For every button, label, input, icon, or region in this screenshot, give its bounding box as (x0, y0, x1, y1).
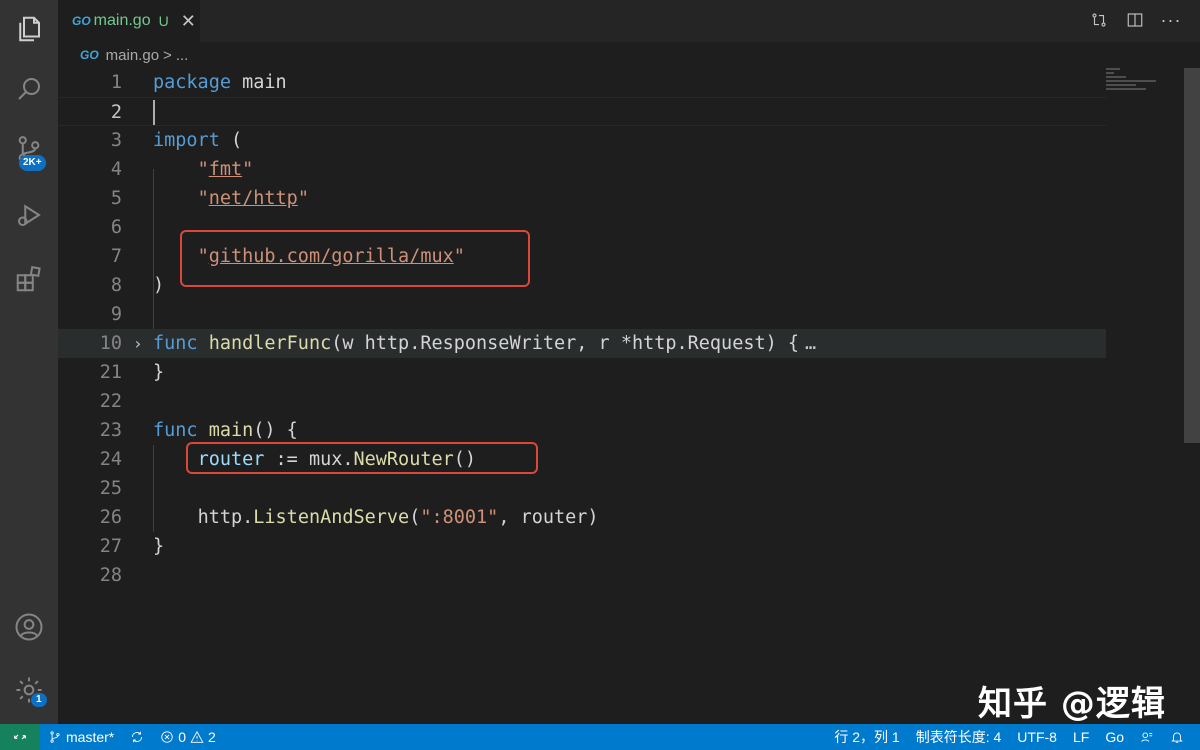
line-number: 23 (99, 420, 122, 441)
line-number: 26 (99, 507, 122, 528)
code-line: 22 (58, 387, 1106, 416)
account-icon[interactable] (0, 602, 58, 652)
code-line: 23 func main() { (58, 416, 1106, 445)
line-number: 8 (110, 275, 122, 296)
breadcrumb-separator: > (163, 46, 172, 64)
breadcrumb-file[interactable]: main.go (106, 47, 159, 64)
tab-main-go[interactable]: GO main.go U ✕ (58, 0, 200, 42)
split-editor-icon[interactable] (1124, 8, 1146, 32)
line-number: 28 (99, 565, 122, 586)
code-line: 1 package main (58, 68, 1106, 97)
line-number: 4 (110, 159, 122, 180)
indentation[interactable]: 制表符长度: 4 (908, 724, 1010, 750)
line-number: 5 (110, 188, 122, 209)
warning-icon (190, 730, 204, 743)
search-icon[interactable] (0, 64, 58, 114)
line-ending[interactable]: LF (1065, 724, 1097, 750)
line-number: 21 (99, 362, 122, 383)
notifications-bell-icon[interactable] (1162, 724, 1192, 750)
vertical-scrollbar[interactable] (1184, 68, 1200, 443)
line-number: 9 (110, 304, 122, 325)
minimap[interactable] (1106, 68, 1186, 98)
status-bar: master* 0 2 行 2，列 1 制表符长度: 4 UTF-8 LF Go (0, 724, 1200, 750)
line-number: 7 (110, 246, 122, 267)
branch-name: master* (66, 729, 115, 745)
feedback-icon[interactable] (1132, 724, 1162, 750)
settings-badge: 1 (31, 693, 47, 707)
line-number: 2 (110, 102, 122, 123)
go-file-icon: GO (80, 48, 99, 62)
annotation-box-router (186, 442, 538, 474)
line-number: 3 (110, 130, 122, 151)
scm-badge: 2K+ (19, 155, 46, 171)
remote-indicator-icon[interactable] (0, 724, 40, 750)
go-file-icon: GO (72, 14, 91, 28)
branch-indicator[interactable]: master* (40, 724, 122, 750)
editor-actions: ··· (1088, 8, 1182, 32)
watermark: 知乎 @逻辑 (978, 684, 1166, 724)
code-line: 3 import ( (58, 126, 1106, 155)
activity-bar: 2K+ 1 (0, 0, 58, 724)
tab-bar: GO main.go U ✕ ··· (58, 0, 1200, 42)
line-number: 22 (99, 391, 122, 412)
folded-ellipsis[interactable]: … (805, 333, 816, 354)
breadcrumb-more[interactable]: ... (176, 47, 189, 64)
code-line: 21 } (58, 358, 1106, 387)
line-number: 24 (99, 449, 122, 470)
extensions-icon[interactable] (0, 254, 58, 304)
code-line: 26 http.ListenAndServe(":8001", router) (58, 503, 1106, 532)
annotation-box-import (180, 230, 530, 287)
line-number: 6 (110, 217, 122, 238)
sync-icon[interactable] (122, 724, 152, 750)
error-count: 0 (178, 729, 187, 745)
code-line: 5 "net/http" (58, 184, 1106, 213)
line-number: 25 (99, 478, 122, 499)
explorer-icon[interactable] (0, 4, 58, 54)
warning-count: 2 (208, 729, 216, 745)
text-cursor (153, 100, 155, 125)
more-actions-icon[interactable]: ··· (1160, 8, 1182, 32)
code-line: 9 (58, 300, 1106, 329)
problems-indicator[interactable]: 0 2 (152, 724, 224, 750)
cursor-position[interactable]: 行 2，列 1 (826, 724, 907, 750)
close-icon[interactable]: ✕ (181, 11, 196, 32)
line-number: 10 (99, 333, 122, 354)
code-editor[interactable]: 1 package main 2 3 import ( 4 "fmt" 5 "n… (58, 68, 1184, 724)
code-line-folded: 10 › func handlerFunc(w http.ResponseWri… (58, 329, 1106, 358)
settings-gear-icon[interactable] (0, 665, 58, 715)
line-number: 27 (99, 536, 122, 557)
code-line-current: 2 (58, 97, 1106, 126)
error-icon (161, 731, 173, 743)
code-line: 4 "fmt" (58, 155, 1106, 184)
run-debug-icon[interactable] (0, 190, 58, 240)
git-branch-icon (50, 731, 60, 743)
code-line: 27 } (58, 532, 1106, 561)
chevron-right-icon[interactable]: › (133, 329, 143, 358)
code-line: 28 (58, 561, 1106, 590)
code-line: 25 (58, 474, 1106, 503)
language-mode[interactable]: Go (1097, 724, 1132, 750)
breadcrumb: GO main.go > ... (80, 45, 188, 65)
encoding[interactable]: UTF-8 (1009, 724, 1065, 750)
tab-label: main.go (93, 12, 151, 29)
untracked-indicator: U (158, 13, 169, 29)
open-changes-icon[interactable] (1088, 8, 1110, 32)
line-number: 1 (110, 72, 122, 93)
